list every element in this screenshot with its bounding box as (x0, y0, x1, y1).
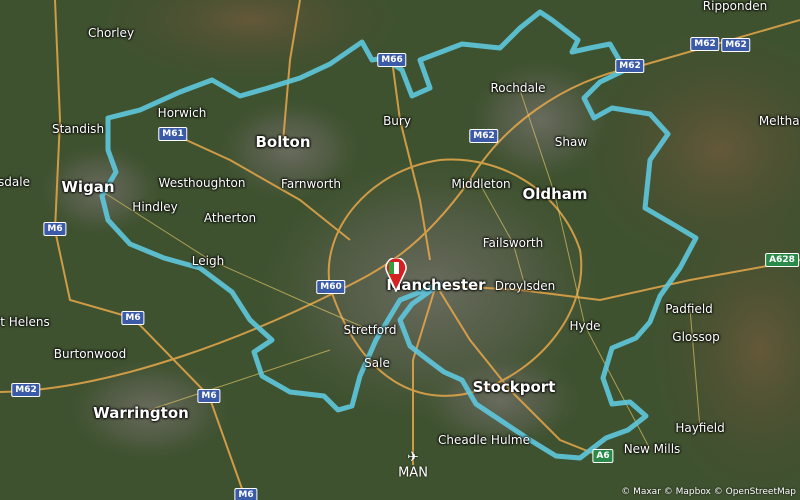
airplane-icon: ✈ (407, 449, 419, 466)
place-label-bolton: Bolton (255, 133, 311, 151)
place-label-glossop: Glossop (672, 330, 720, 344)
place-label-farnworth: Farnworth (281, 177, 341, 191)
pin-flag-white (394, 262, 399, 274)
place-label-hindley: Hindley (132, 200, 178, 214)
airport-label: ✈ MAN (398, 450, 428, 481)
place-label-hyde: Hyde (569, 319, 601, 333)
place-label-rochdale: Rochdale (490, 81, 546, 95)
road-shield-a6: A6 (592, 449, 614, 463)
map-view[interactable]: Ripponden Chorley Rochdale Horwich Standish B… (0, 0, 800, 500)
place-label-middleton: Middleton (451, 177, 511, 191)
place-label-sthelens: t Helens (0, 315, 50, 329)
road-shield-m66: M66 (377, 53, 407, 67)
road-shield-m62-w: M62 (11, 383, 41, 397)
place-label-horwich: Horwich (157, 106, 207, 120)
road-shield-m6-s: M6 (197, 389, 221, 403)
road-shield-m6-bottom: M6 (234, 488, 258, 500)
map-attribution[interactable]: © Maxar © Mapbox © OpenStreetMap (621, 487, 796, 497)
place-label-padfield: Padfield (665, 302, 713, 316)
road-shield-m61: M61 (158, 127, 188, 141)
place-label-chorley: Chorley (87, 26, 135, 40)
place-label-leigh: Leigh (191, 254, 225, 268)
place-label-sdale: sdale (0, 175, 30, 189)
place-label-newmills: New Mills (623, 442, 681, 456)
place-label-bury: Bury (383, 114, 411, 128)
place-label-stretford: Stretford (343, 323, 397, 337)
road-shield-a628: A628 (765, 253, 799, 267)
location-pin-icon[interactable] (384, 256, 408, 296)
urban-area-rochdale (470, 60, 610, 180)
place-label-westhoughton: Westhoughton (158, 176, 246, 190)
road-shield-m6-mid: M6 (121, 311, 145, 325)
place-label-sale: Sale (364, 356, 390, 370)
place-label-failsworth: Failsworth (482, 236, 544, 250)
place-label-burtonwood: Burtonwood (53, 347, 127, 361)
place-label-atherton: Atherton (203, 211, 257, 225)
place-label-hayfield: Hayfield (675, 421, 725, 435)
road-shield-m62-ne2: M62 (721, 38, 751, 52)
road-shield-m62-ne3: M62 (615, 59, 645, 73)
place-label-droylsden: Droylsden (494, 279, 556, 293)
place-label-cheadlehulme: Cheadle Hulme (438, 433, 530, 447)
place-label-standish: Standish (51, 122, 105, 136)
pin-flag-green (389, 262, 394, 274)
place-label-melthan: Melthan (758, 114, 800, 128)
airport-code: MAN (398, 465, 428, 481)
place-label-shaw: Shaw (554, 135, 588, 149)
road-shield-m6-n: M6 (43, 222, 67, 236)
road-shield-m60: M60 (316, 280, 346, 294)
place-label-ripponden: Ripponden (702, 0, 768, 13)
road-shield-m62-mid: M62 (469, 129, 499, 143)
place-label-wigan: Wigan (61, 178, 115, 196)
place-label-warrington: Warrington (93, 404, 189, 422)
place-label-oldham: Oldham (522, 185, 588, 203)
place-label-stockport: Stockport (472, 378, 556, 396)
road-shield-m62-ne1: M62 (690, 37, 720, 51)
